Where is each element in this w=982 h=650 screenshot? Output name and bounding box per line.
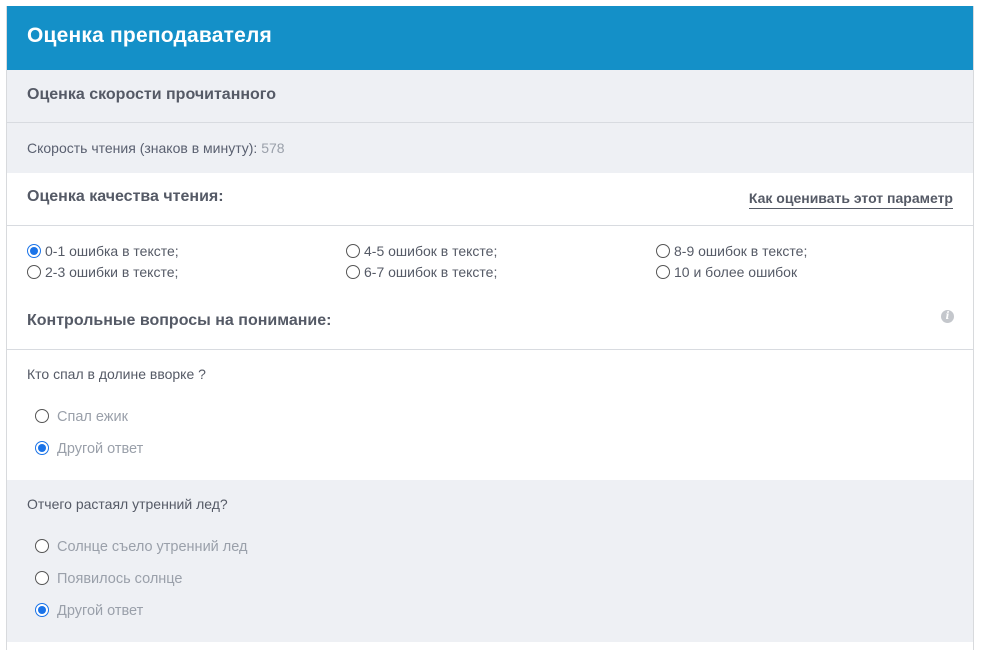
quality-option[interactable]: 2-3 ошибки в тексте; — [27, 262, 178, 282]
speed-section: Оценка скорости прочитанного Скорость чт… — [7, 70, 973, 173]
radio-button[interactable] — [35, 603, 49, 617]
question-text: Отчего растаял утренний лед? — [27, 496, 228, 512]
quality-section-title: Оценка качества чтения: — [27, 188, 224, 205]
answer-option[interactable]: Другой ответ — [35, 601, 143, 621]
answer-label: Другой ответ — [57, 441, 144, 457]
quality-option-label: 2-3 ошибки в тексте; — [45, 264, 179, 280]
radio-button[interactable] — [346, 244, 360, 258]
radio-button[interactable] — [27, 265, 41, 279]
radio-button[interactable] — [656, 244, 670, 258]
radio-button[interactable] — [656, 265, 670, 279]
answer-label: Солнце съело утренний лед — [57, 539, 248, 555]
divider — [7, 225, 973, 226]
answer-label: Спал ежик — [57, 409, 128, 425]
reading-speed: Скорость чтения (знаков в минуту): 578 — [27, 140, 285, 156]
radio-button[interactable] — [35, 409, 49, 423]
answer-label: Другой ответ — [57, 603, 144, 619]
quality-option-label: 8-9 ошибок в тексте; — [674, 243, 808, 259]
quality-option-label: 0-1 ошибка в тексте; — [45, 243, 179, 259]
answer-option[interactable]: Солнце съело утренний лед — [35, 537, 247, 557]
answer-option[interactable]: Появилось солнце — [35, 569, 183, 589]
reading-speed-label: Скорость чтения (знаков в минуту): — [27, 140, 258, 156]
panel-header: Оценка преподавателя — [7, 6, 973, 70]
radio-button[interactable] — [35, 539, 49, 553]
quality-option[interactable]: 8-9 ошибок в тексте; — [656, 241, 807, 261]
radio-button[interactable] — [27, 244, 41, 258]
divider — [7, 122, 973, 123]
quality-option-label: 6-7 ошибок в тексте; — [364, 264, 498, 280]
quality-option[interactable]: 0-1 ошибка в тексте; — [27, 241, 179, 261]
radio-button[interactable] — [346, 265, 360, 279]
radio-button[interactable] — [35, 441, 49, 455]
teacher-evaluation-panel: Оценка преподавателя Оценка скорости про… — [6, 6, 974, 650]
panel-title: Оценка преподавателя — [27, 24, 272, 47]
reading-speed-value: 578 — [261, 140, 285, 156]
quality-option[interactable]: 10 и более ошибок — [656, 262, 797, 282]
question-block: Отчего растаял утренний лед? Солнце съел… — [7, 480, 973, 642]
control-questions-title: Контрольные вопросы на понимание: — [27, 312, 332, 329]
quality-option-label: 4-5 ошибок в тексте; — [364, 243, 498, 259]
question-block: Кто спал в долине вворке ? Спал ежик Дру… — [7, 350, 973, 480]
info-icon[interactable]: i — [941, 310, 954, 323]
how-to-evaluate-link[interactable]: Как оценивать этот параметр — [748, 190, 953, 209]
quality-option[interactable]: 4-5 ошибок в тексте; — [346, 241, 497, 261]
radio-button[interactable] — [35, 571, 49, 585]
answer-option[interactable]: Другой ответ — [35, 439, 143, 459]
quality-option[interactable]: 6-7 ошибок в тексте; — [346, 262, 497, 282]
answer-option[interactable]: Спал ежик — [35, 407, 128, 427]
question-text: Кто спал в долине вворке ? — [27, 366, 206, 382]
answer-label: Появилось солнце — [57, 571, 183, 587]
quality-option-label: 10 и более ошибок — [674, 264, 798, 280]
speed-section-title: Оценка скорости прочитанного — [27, 86, 277, 103]
